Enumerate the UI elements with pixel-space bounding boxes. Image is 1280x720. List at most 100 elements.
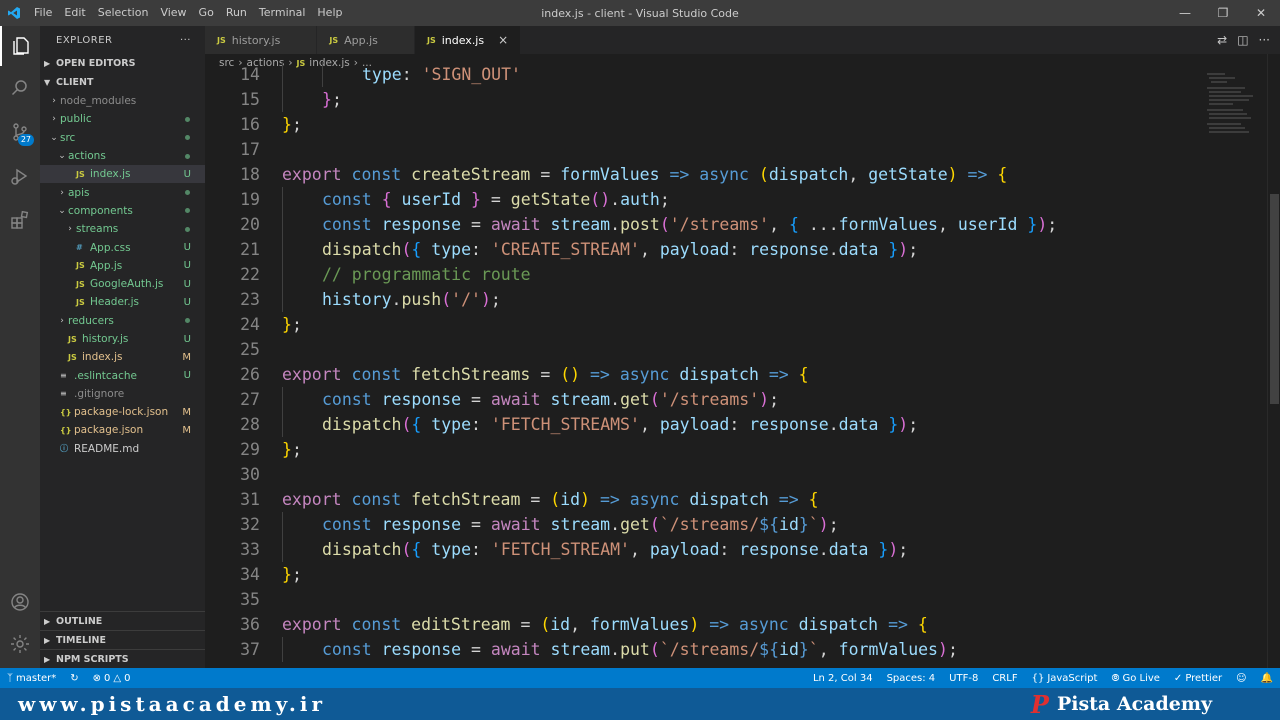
timeline-section[interactable]: ▶ TIMELINE bbox=[40, 630, 205, 649]
more-actions-icon[interactable]: ··· bbox=[1259, 33, 1270, 47]
tree-item[interactable]: › streams bbox=[40, 220, 205, 238]
code-line: 30 bbox=[205, 462, 1205, 487]
status-dot-icon bbox=[185, 318, 190, 324]
status-dot-icon bbox=[185, 135, 190, 141]
menu-view[interactable]: View bbox=[154, 0, 192, 26]
accounts-icon[interactable] bbox=[0, 582, 40, 622]
tree-item[interactable]: {} package.json M bbox=[40, 421, 205, 439]
run-debug-icon[interactable] bbox=[0, 156, 40, 196]
line-number: 20 bbox=[240, 215, 260, 234]
open-changes-icon[interactable]: ⇄ bbox=[1217, 33, 1227, 47]
chevron-right-icon: ▶ bbox=[44, 59, 51, 68]
problems-status[interactable]: ⊗ 0 △ 0 bbox=[86, 673, 138, 684]
cursor-position[interactable]: Ln 2, Col 34 bbox=[806, 673, 880, 684]
tree-item[interactable]: ⓘ README.md bbox=[40, 440, 205, 458]
tree-item[interactable]: ≡ .gitignore bbox=[40, 385, 205, 403]
code-editor[interactable]: 14 type: 'SIGN_OUT' 15}; 16}; 17 18 export… bbox=[205, 62, 1205, 668]
minimap[interactable] bbox=[1205, 72, 1267, 668]
tab-history-js[interactable]: JS history.js × bbox=[205, 26, 318, 54]
tree-item[interactable]: ≡ .eslintcache U bbox=[40, 366, 205, 384]
tree-item[interactable]: JS history.js U bbox=[40, 330, 205, 348]
code-text: dispatch({ type: 'FETCH_STREAMS', payloa… bbox=[260, 412, 918, 437]
sync-status[interactable]: ↻ bbox=[63, 673, 85, 684]
extensions-icon[interactable] bbox=[0, 200, 40, 240]
indentation[interactable]: Spaces: 4 bbox=[880, 673, 943, 684]
language-mode[interactable]: {} JavaScript bbox=[1025, 673, 1105, 684]
tree-item[interactable]: # App.css U bbox=[40, 238, 205, 256]
open-editors-section[interactable]: ▶ OPEN EDITORS bbox=[40, 54, 205, 73]
status-bar: ᛉ master* ↻ ⊗ 0 △ 0 Ln 2, Col 34 Spaces:… bbox=[0, 668, 1280, 688]
menu-run[interactable]: Run bbox=[220, 0, 253, 26]
git-status-badge: U bbox=[183, 242, 191, 254]
client-folder-section[interactable]: ▼ CLIENT bbox=[40, 73, 205, 92]
tree-item[interactable]: › node_modules bbox=[40, 92, 205, 110]
language-label: JavaScript bbox=[1047, 672, 1098, 684]
tab-index-js[interactable]: JS index.js × bbox=[414, 26, 522, 54]
settings-gear-icon[interactable] bbox=[0, 624, 40, 664]
tree-item[interactable]: ⌄ actions bbox=[40, 147, 205, 165]
tree-item[interactable]: JS index.js U bbox=[40, 165, 205, 184]
notifications-icon[interactable]: 🔔 bbox=[1254, 673, 1280, 684]
line-number: 15 bbox=[240, 90, 260, 109]
tree-item-label: README.md bbox=[74, 442, 140, 455]
code-text: dispatch({ type: 'CREATE_STREAM', payloa… bbox=[260, 237, 918, 262]
go-live-label: Go Live bbox=[1122, 672, 1160, 684]
vertical-scrollbar[interactable] bbox=[1267, 54, 1280, 668]
code-line: 14 type: 'SIGN_OUT' bbox=[205, 62, 1205, 87]
code-text: export const createStream = formValues =… bbox=[282, 165, 1008, 184]
tree-item[interactable]: JS GoogleAuth.js U bbox=[40, 275, 205, 293]
encoding[interactable]: UTF-8 bbox=[942, 673, 985, 684]
tree-item[interactable]: › public bbox=[40, 110, 205, 128]
code-line: 19 const { userId } = getState().auth; bbox=[205, 187, 1205, 212]
menu-selection[interactable]: Selection bbox=[92, 0, 155, 26]
menu-file[interactable]: File bbox=[28, 0, 58, 26]
close-tab-icon[interactable]: × bbox=[498, 33, 508, 47]
prettier-status[interactable]: ✓ Prettier bbox=[1167, 673, 1229, 684]
source-control-badge: 27 bbox=[17, 134, 34, 146]
error-icon: ⊗ bbox=[92, 672, 102, 684]
git-status-badge: U bbox=[183, 278, 191, 290]
go-live-button[interactable]: ⦾ Go Live bbox=[1104, 673, 1166, 684]
tree-item[interactable]: JS Header.js U bbox=[40, 293, 205, 311]
code-text: export const fetchStreams = () => async … bbox=[282, 365, 809, 384]
source-control-icon[interactable]: 27 bbox=[0, 112, 40, 152]
close-window-icon[interactable]: ✕ bbox=[1242, 0, 1280, 26]
split-editor-icon[interactable]: ◫ bbox=[1237, 33, 1248, 47]
tree-item[interactable]: JS App.js U bbox=[40, 257, 205, 275]
tree-item[interactable]: › reducers bbox=[40, 312, 205, 330]
end-of-line[interactable]: CRLF bbox=[985, 673, 1024, 684]
search-icon[interactable] bbox=[0, 68, 40, 108]
line-number: 25 bbox=[240, 340, 260, 359]
broadcast-icon: ⦾ bbox=[1111, 672, 1120, 684]
code-line: 32 const response = await stream.get(`/st… bbox=[205, 512, 1205, 537]
menu-edit[interactable]: Edit bbox=[58, 0, 91, 26]
git-branch-icon: ᛉ bbox=[7, 672, 13, 684]
git-status-badge: U bbox=[183, 370, 191, 382]
tree-item[interactable]: {} package-lock.json M bbox=[40, 403, 205, 421]
minimize-icon[interactable]: — bbox=[1166, 0, 1204, 26]
tab-app-js[interactable]: JS App.js × bbox=[317, 26, 415, 54]
menu-help[interactable]: Help bbox=[311, 0, 348, 26]
more-actions-icon[interactable]: ··· bbox=[180, 35, 191, 46]
text-file-icon: ≡ bbox=[60, 389, 67, 399]
tree-item[interactable]: ⌄ src bbox=[40, 129, 205, 147]
outline-section[interactable]: ▶ OUTLINE bbox=[40, 611, 205, 630]
menu-go[interactable]: Go bbox=[193, 0, 220, 26]
tree-item[interactable]: › apis bbox=[40, 183, 205, 201]
maximize-icon[interactable]: ❐ bbox=[1204, 0, 1242, 26]
warning-icon: △ bbox=[113, 672, 122, 684]
feedback-icon[interactable]: ☺ bbox=[1229, 673, 1253, 684]
tree-item[interactable]: ⌄ components bbox=[40, 202, 205, 220]
explorer-icon[interactable] bbox=[0, 26, 40, 66]
json-file-icon: {} bbox=[60, 407, 72, 417]
line-number: 23 bbox=[240, 290, 260, 309]
line-number: 29 bbox=[240, 440, 260, 459]
js-file-icon: JS bbox=[76, 297, 85, 307]
tree-item[interactable]: JS index.js M bbox=[40, 348, 205, 366]
scrollbar-thumb[interactable] bbox=[1270, 194, 1279, 404]
menu-terminal[interactable]: Terminal bbox=[253, 0, 312, 26]
npm-scripts-section[interactable]: ▶ NPM SCRIPTS bbox=[40, 649, 205, 668]
branch-status[interactable]: ᛉ master* bbox=[0, 673, 63, 684]
chevron-down-icon: ⌄ bbox=[58, 205, 66, 216]
